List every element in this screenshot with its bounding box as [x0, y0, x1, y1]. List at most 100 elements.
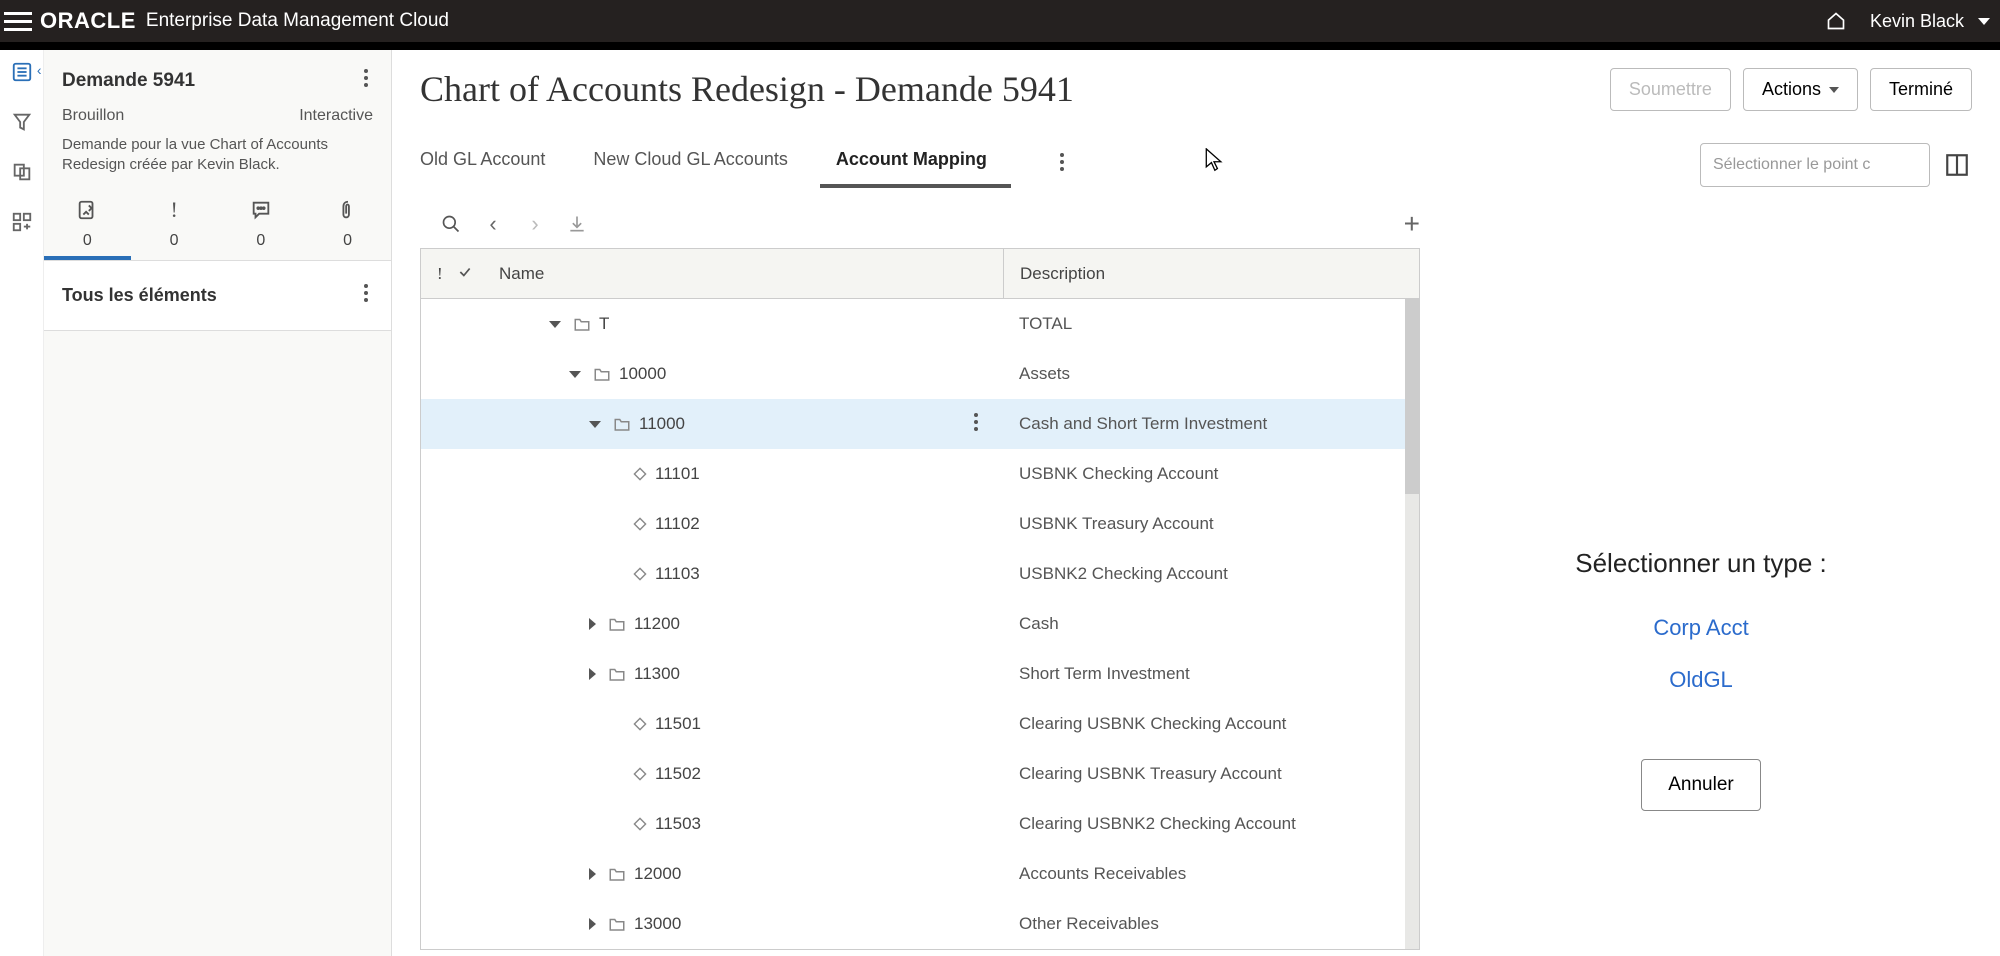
divider — [0, 42, 2000, 50]
user-name[interactable]: Kevin Black — [1870, 11, 1964, 32]
counter-changes[interactable]: 0 — [44, 198, 131, 260]
tabs: Old GL Account New Cloud GL Accounts Acc… — [420, 141, 1069, 188]
table-toolbar: ‹ › + — [440, 208, 1430, 240]
tab-old-gl-account[interactable]: Old GL Account — [420, 141, 545, 188]
error-icon: ! — [170, 198, 177, 222]
row-description: TOTAL — [1003, 299, 1419, 349]
row-name: 11101 — [655, 464, 700, 484]
row-description: USBNK Checking Account — [1003, 449, 1419, 499]
home-icon[interactable] — [1826, 11, 1846, 31]
row-description: Cash — [1003, 599, 1419, 649]
scrollbar-thumb[interactable] — [1405, 299, 1419, 494]
rail-filter-icon[interactable] — [10, 110, 34, 134]
main-content: Chart of Accounts Redesign - Demande 594… — [392, 50, 2000, 956]
rail-grid-icon[interactable] — [10, 210, 34, 234]
sidebar-mode: Interactive — [299, 107, 373, 125]
table-row[interactable]: 11501 Clearing USBNK Checking Account — [421, 699, 1419, 749]
folder-icon — [608, 866, 626, 882]
sidebar-status: Brouillon — [62, 107, 124, 125]
add-icon[interactable]: + — [1404, 208, 1420, 240]
type-option-oldgl[interactable]: OldGL — [1669, 667, 1733, 693]
comment-icon — [250, 198, 272, 222]
row-name: 11501 — [655, 714, 701, 734]
row-description: Clearing USBNK Treasury Account — [1003, 749, 1419, 799]
counter-errors[interactable]: ! 0 — [131, 198, 218, 260]
folder-icon — [608, 666, 626, 682]
layout-toggle-icon[interactable] — [1942, 150, 1972, 180]
tab-new-cloud-gl-accounts[interactable]: New Cloud GL Accounts — [593, 141, 787, 188]
counter-comments[interactable]: 0 — [218, 198, 305, 260]
download-icon[interactable] — [566, 213, 588, 235]
row-name: 13000 — [634, 914, 681, 934]
expander-icon — [609, 818, 621, 830]
app-title: Enterprise Data Management Cloud — [146, 10, 449, 32]
table-row[interactable]: 11300Short Term Investment — [421, 649, 1419, 699]
hamburger-menu[interactable] — [4, 7, 32, 35]
next-icon[interactable]: › — [524, 213, 546, 235]
table-row[interactable]: 12000Accounts Receivables — [421, 849, 1419, 899]
sidebar-menu-kebab-icon[interactable] — [359, 64, 373, 97]
expander-icon[interactable] — [589, 618, 596, 630]
user-menu-caret-icon[interactable] — [1978, 18, 1990, 25]
tab-account-mapping[interactable]: Account Mapping — [836, 141, 987, 188]
submit-button[interactable]: Soumettre — [1610, 68, 1731, 111]
row-description: Other Receivables — [1003, 899, 1419, 949]
table-row[interactable]: 10000Assets — [421, 349, 1419, 399]
row-description: USBNK Treasury Account — [1003, 499, 1419, 549]
row-description: Short Term Investment — [1003, 649, 1419, 699]
folder-icon — [593, 366, 611, 382]
table-row[interactable]: 11101 USBNK Checking Account — [421, 449, 1419, 499]
header-check-icon — [457, 264, 473, 284]
leaf-icon — [633, 767, 647, 781]
table-row[interactable]: 11503Clearing USBNK2 Checking Account — [421, 799, 1419, 849]
counter-attachments[interactable]: 0 — [304, 198, 391, 260]
sidebar-title: Demande 5941 — [62, 70, 359, 92]
scrollbar[interactable] — [1405, 299, 1419, 949]
table-row[interactable]: 11200 Cash — [421, 599, 1419, 649]
row-description: Clearing USBNK Checking Account — [1003, 699, 1419, 749]
prev-icon[interactable]: ‹ — [482, 213, 504, 235]
expander-icon — [609, 468, 621, 480]
expander-icon — [609, 768, 621, 780]
row-name: 11103 — [655, 564, 700, 584]
sidebar-description: Demande pour la vue Chart of Accounts Re… — [44, 125, 391, 188]
search-icon[interactable] — [440, 213, 462, 235]
expander-icon[interactable] — [589, 918, 596, 930]
row-name: 11200 — [634, 614, 680, 634]
actions-caret-icon — [1829, 87, 1839, 93]
folder-icon — [608, 916, 626, 932]
actions-button[interactable]: Actions — [1743, 68, 1858, 111]
expander-icon[interactable] — [549, 321, 561, 328]
header-description: Description — [1003, 249, 1419, 298]
row-name: 11102 — [655, 514, 700, 534]
row-name: 10000 — [619, 364, 666, 384]
type-option-corp-acct[interactable]: Corp Acct — [1653, 615, 1748, 641]
leaf-icon — [633, 467, 647, 481]
expander-icon[interactable] — [589, 421, 601, 428]
table-row[interactable]: 11000Cash and Short Term Investment — [421, 399, 1419, 449]
page-title: Chart of Accounts Redesign - Demande 594… — [420, 68, 1598, 110]
row-kebab-icon[interactable] — [973, 412, 979, 437]
table-row[interactable]: TTOTAL — [421, 299, 1419, 349]
row-name: 12000 — [634, 864, 681, 884]
table-row[interactable]: 11102 USBNK Treasury Account — [421, 499, 1419, 549]
folder-icon — [608, 616, 626, 632]
expander-icon[interactable] — [589, 868, 596, 880]
table-row[interactable]: 11502Clearing USBNK Treasury Account — [421, 749, 1419, 799]
folder-icon — [613, 416, 631, 432]
rail-list-icon[interactable]: ‹ — [10, 60, 34, 84]
table-row[interactable]: 11103USBNK2 Checking Account — [421, 549, 1419, 599]
expander-icon[interactable] — [569, 371, 581, 378]
cancel-button[interactable]: Annuler — [1641, 759, 1761, 811]
table-row[interactable]: 13000 Other Receivables — [421, 899, 1419, 949]
rail-compare-icon[interactable] — [10, 160, 34, 184]
viewpoint-placeholder: Sélectionner le point c — [1713, 156, 1917, 174]
expander-icon — [609, 718, 621, 730]
leaf-icon — [633, 717, 647, 731]
sidebar-section-kebab-icon[interactable] — [359, 279, 373, 312]
tab-kebab-icon[interactable] — [1055, 148, 1069, 181]
viewpoint-select[interactable]: Sélectionner le point c — [1700, 143, 1930, 187]
counter-comments-value: 0 — [256, 232, 265, 250]
done-button[interactable]: Terminé — [1870, 68, 1972, 111]
expander-icon[interactable] — [589, 668, 596, 680]
